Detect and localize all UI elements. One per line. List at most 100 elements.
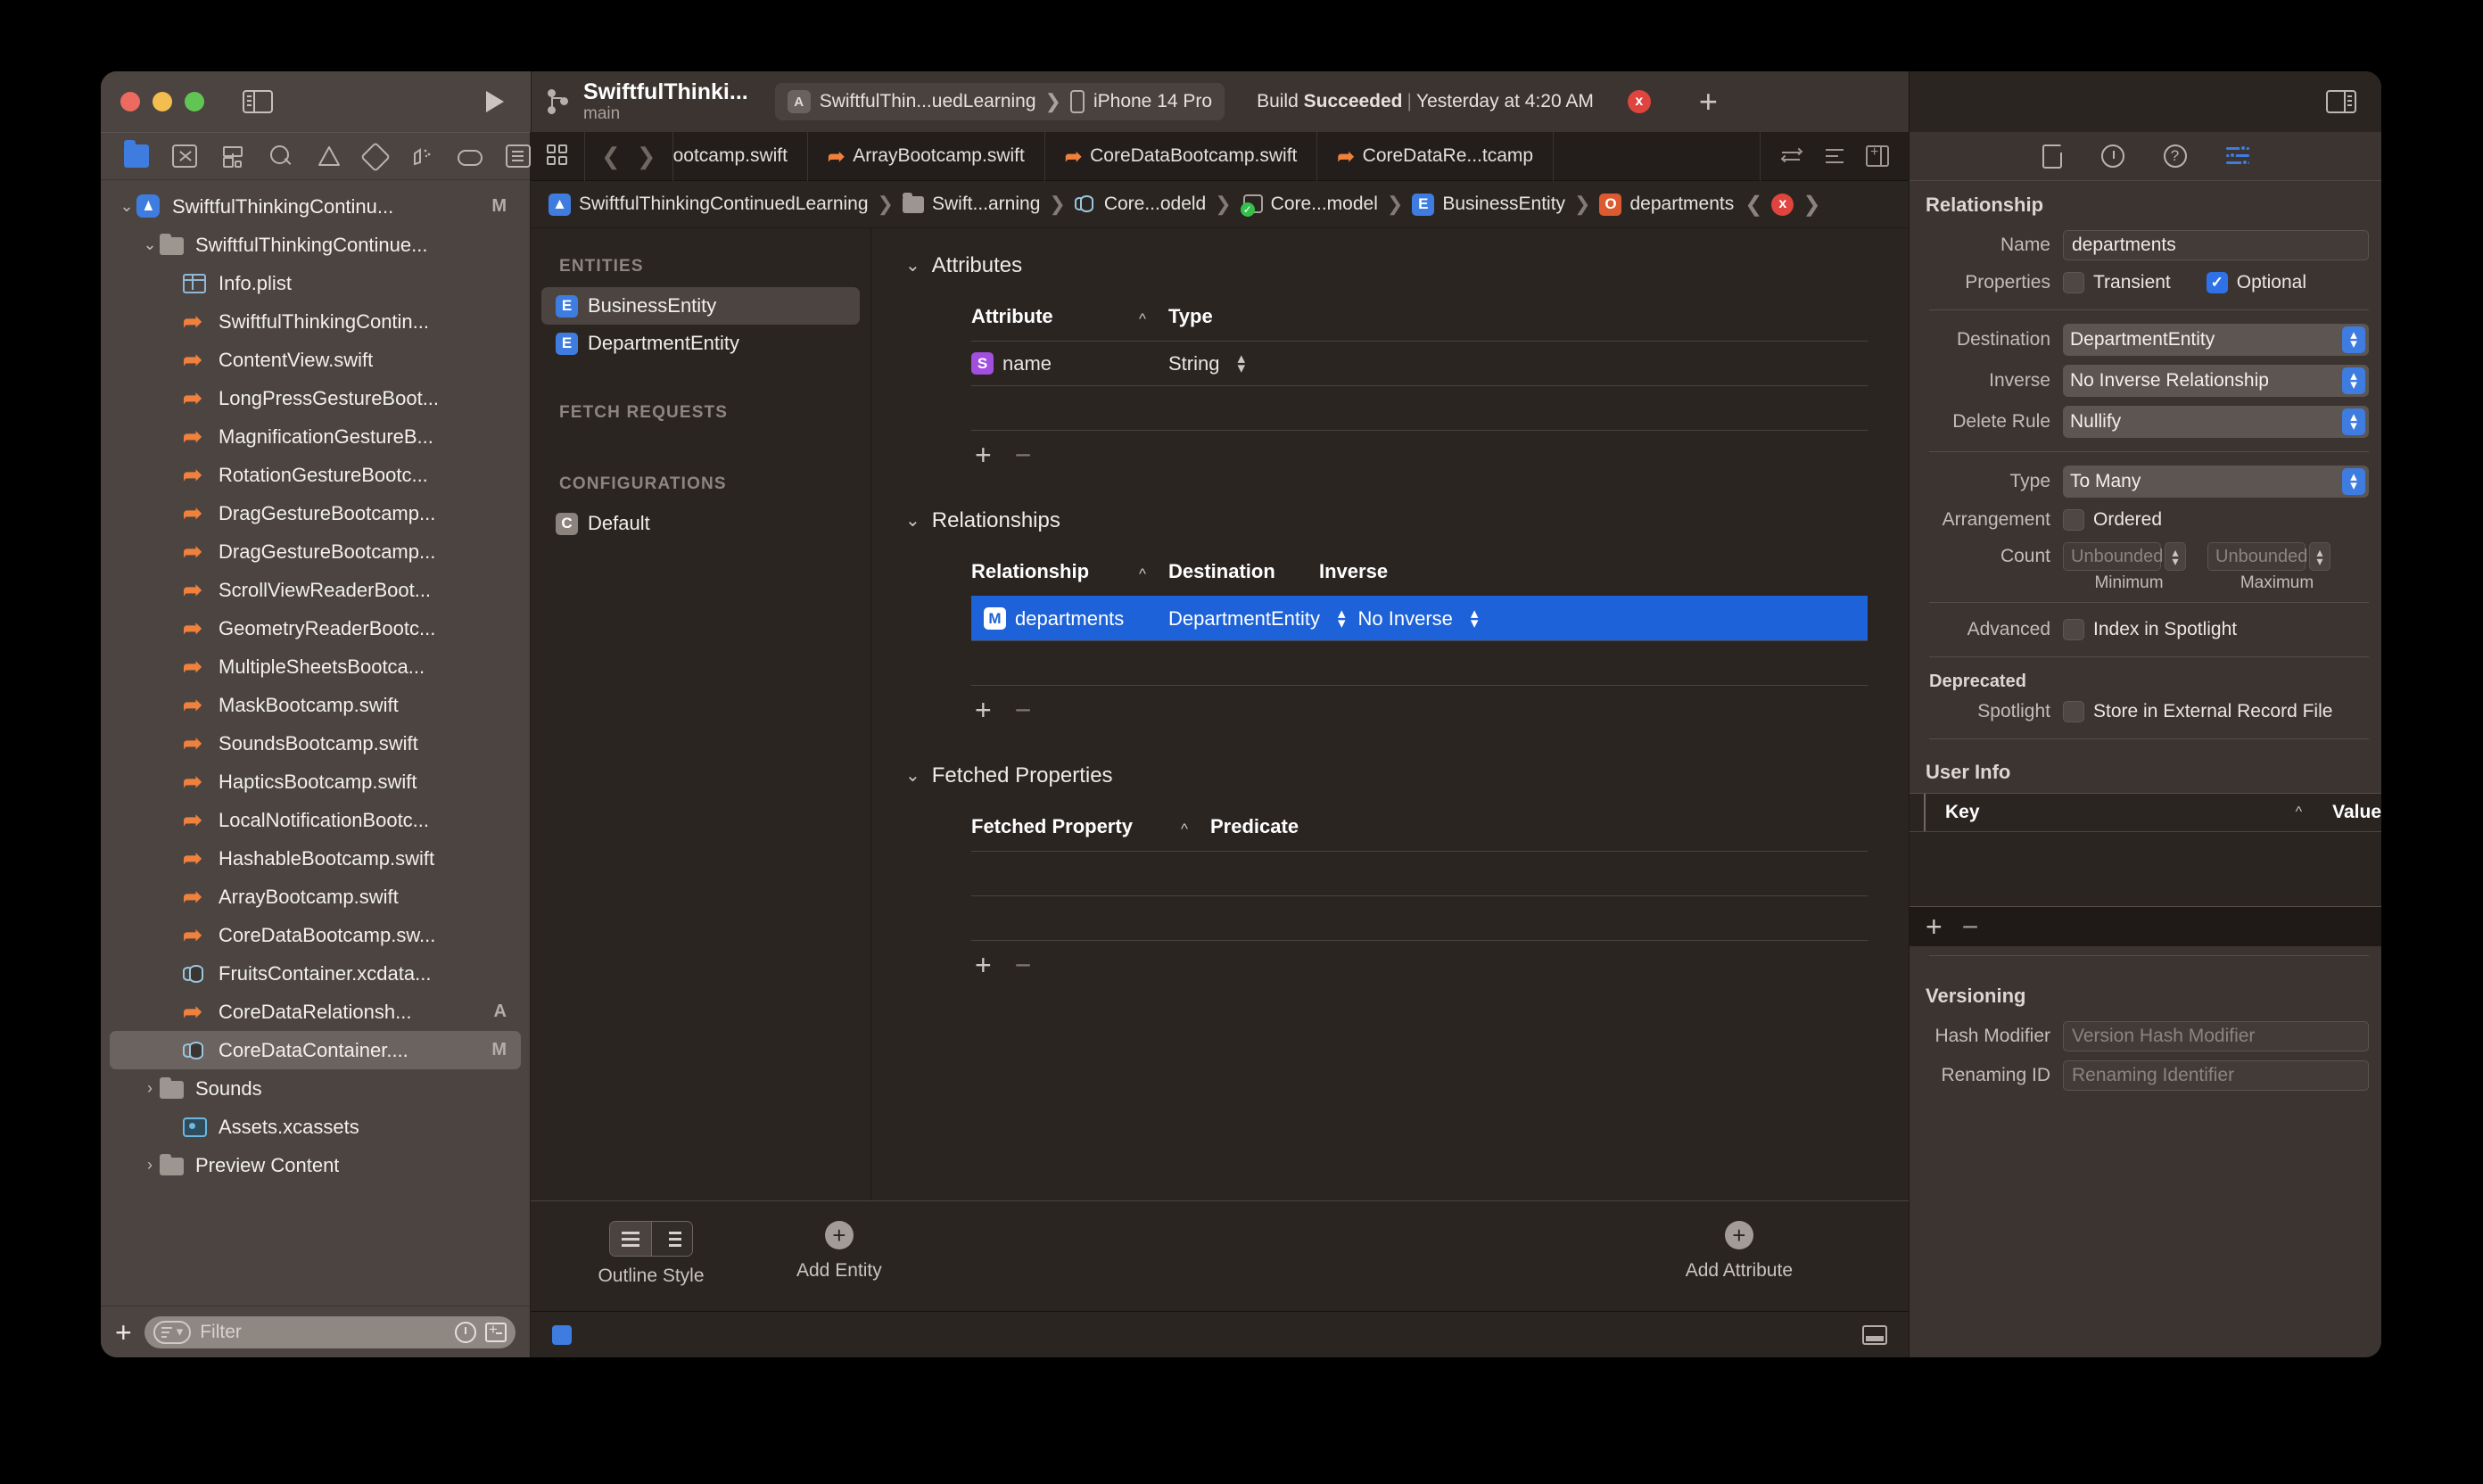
next-issue-icon[interactable]: ❯ <box>1802 192 1820 218</box>
file-tree-item[interactable]: ⌄➦HashableBootcamp.swift <box>110 839 521 878</box>
file-tree-item[interactable]: ⌄➦LocalNotificationBootc... <box>110 801 521 839</box>
relationship-name-cell[interactable]: M departments <box>971 607 1168 631</box>
related-items-icon[interactable] <box>1780 145 1803 167</box>
file-tree-item[interactable]: ⌄ SwiftfulThinkingContinue... <box>110 226 521 264</box>
file-tree-item[interactable]: ⌄➦CoreDataRelationsh...A <box>110 993 521 1031</box>
fetched-properties-section-header[interactable]: ⌄ Fetched Properties <box>905 763 1868 788</box>
error-badge[interactable]: x <box>1771 193 1794 216</box>
recent-files-icon[interactable] <box>455 1321 476 1343</box>
help-inspector-icon[interactable]: ? <box>2163 144 2187 168</box>
editor-tab[interactable]: ootcamp.swift <box>673 131 808 181</box>
breadcrumb-item[interactable]: Swift...arning <box>897 192 1045 215</box>
outline-style-grouped-button[interactable] <box>651 1222 692 1256</box>
scheme-selector[interactable]: A SwiftfulThin...uedLearning ❯ iPhone 14… <box>774 83 1225 120</box>
file-tree-item[interactable]: ⌄➦CoreDataBootcamp.sw... <box>110 916 521 954</box>
ordered-checkbox-group[interactable]: Ordered <box>2063 509 2162 531</box>
count-maximum-field[interactable]: Unbounded <box>2207 542 2307 571</box>
sort-ascending-icon[interactable]: ^ <box>2296 804 2319 820</box>
column-header-inverse[interactable]: Inverse <box>1319 560 1388 583</box>
optional-checkbox[interactable]: ✓ <box>2206 272 2228 293</box>
column-header-fetched-property[interactable]: Fetched Property <box>971 815 1169 838</box>
minimize-window-button[interactable] <box>153 92 172 111</box>
sort-ascending-icon[interactable]: ^ <box>1127 565 1168 583</box>
editor-history-nav[interactable]: ❮ ❯ <box>584 131 673 181</box>
destination-popup-button[interactable]: DepartmentEntity ▴ ▾ <box>2063 324 2369 356</box>
source-control-filter-icon[interactable] <box>485 1321 507 1342</box>
column-header-type[interactable]: Type <box>1168 305 1213 328</box>
file-tree-item[interactable]: ⌄➦ScrollViewReaderBoot... <box>110 571 521 609</box>
add-user-info-button[interactable]: + <box>1926 912 1943 941</box>
chevron-down-icon[interactable]: ⌄ <box>905 767 920 785</box>
file-tree-item[interactable]: ⌄➦LongPressGestureBoot... <box>110 379 521 417</box>
file-tree-item[interactable]: ⌄➦ContentView.swift <box>110 341 521 379</box>
breadcrumb-item[interactable]: Core...odeld <box>1069 194 1211 215</box>
project-info[interactable]: SwiftfulThinki... main <box>583 79 748 123</box>
add-relationship-button[interactable]: + <box>975 696 992 724</box>
column-header-destination[interactable]: Destination <box>1168 560 1319 583</box>
attribute-name-cell[interactable]: S name <box>971 352 1168 375</box>
file-tree-item[interactable]: ⌄FruitsContainer.xcdata... <box>110 954 521 993</box>
count-maximum-stepper[interactable]: ▴ ▾ <box>2309 542 2330 571</box>
relationships-section-header[interactable]: ⌄ Relationships <box>905 508 1868 533</box>
file-tree-item[interactable]: ⌄Assets.xcassets <box>110 1108 521 1146</box>
breadcrumb-item[interactable]: Core...model <box>1235 194 1383 217</box>
chevron-down-icon[interactable]: ⌄ <box>905 512 920 530</box>
editor-tab[interactable]: ➦ CoreDataBootcamp.swift <box>1045 131 1318 181</box>
file-tree-item[interactable]: ⌄➦MaskBootcamp.swift <box>110 686 521 724</box>
count-minimum-group[interactable]: Unbounded ▴ ▾ <box>2063 542 2186 571</box>
sort-ascending-icon[interactable]: ^ <box>1127 310 1168 328</box>
breadcrumb-item[interactable]: E BusinessEntity <box>1406 193 1571 216</box>
warning-icon[interactable] <box>317 144 342 168</box>
file-tree-item[interactable]: › Preview Content <box>110 1146 521 1184</box>
chevron-down-icon[interactable]: ⌄ <box>905 257 920 275</box>
add-fetched-property-button[interactable]: + <box>975 951 992 979</box>
stepper-icon[interactable]: ▴ ▾ <box>1471 606 1479 630</box>
attribute-type-cell[interactable]: String ▴ ▾ <box>1168 350 1245 375</box>
hash-modifier-field[interactable]: Version Hash Modifier <box>2063 1021 2369 1051</box>
optional-checkbox-group[interactable]: ✓ Optional <box>2206 272 2306 293</box>
disclosure-triangle-icon[interactable]: › <box>140 1156 160 1175</box>
store-external-checkbox-group[interactable]: Store in External Record File <box>2063 701 2332 722</box>
column-header-attribute[interactable]: Attribute <box>971 305 1127 328</box>
toggle-debug-area-icon[interactable] <box>1862 1324 1887 1345</box>
entity-list-item-businessentity[interactable]: E BusinessEntity <box>541 287 860 325</box>
add-editor-icon[interactable] <box>1866 144 1889 167</box>
history-inspector-icon[interactable] <box>2100 144 2124 168</box>
editor-tab[interactable]: ➦ ArrayBootcamp.swift <box>808 131 1045 181</box>
ordered-checkbox[interactable] <box>2063 509 2084 531</box>
file-tree-item[interactable]: ⌄➦DragGestureBootcamp... <box>110 532 521 571</box>
disclosure-triangle-icon[interactable]: ⌄ <box>117 197 136 216</box>
count-maximum-group[interactable]: Unbounded ▴ ▾ <box>2207 542 2330 571</box>
renaming-id-field[interactable]: Renaming Identifier <box>2063 1060 2369 1091</box>
file-tree-item[interactable]: ⌄Info.plist <box>110 264 521 302</box>
relationship-inverse-cell[interactable]: No Inverse ▴ ▾ <box>1358 606 1479 631</box>
source-control-icon[interactable] <box>172 144 197 168</box>
add-editor-button[interactable]: + <box>1699 86 1718 118</box>
count-minimum-stepper[interactable]: ▴ ▾ <box>2165 542 2186 571</box>
hierarchy-icon[interactable] <box>220 144 245 168</box>
inspector-toggle-icon[interactable] <box>2326 90 2356 113</box>
stepper-icon[interactable]: ▴ ▾ <box>1237 350 1245 375</box>
tab-overview-icon[interactable] <box>547 144 570 168</box>
file-tree-item[interactable]: ⌄➦MagnificationGestureB... <box>110 417 521 456</box>
breadcrumb-item[interactable]: ▲ SwiftfulThinkingContinuedLearning <box>543 193 874 216</box>
attributes-section-header[interactable]: ⌄ Attributes <box>905 253 1868 278</box>
transient-checkbox[interactable] <box>2063 272 2084 293</box>
add-file-button[interactable]: + <box>115 1318 132 1347</box>
editor-tab[interactable]: ➦ CoreDataRe...tcamp <box>1317 131 1555 181</box>
folder-icon[interactable] <box>124 140 149 168</box>
back-icon[interactable]: ❮ <box>601 143 621 170</box>
sidebar-toggle-icon[interactable] <box>243 90 273 113</box>
type-popup-button[interactable]: To Many ▴ ▾ <box>2063 466 2369 498</box>
transient-checkbox-group[interactable]: Transient <box>2063 272 2171 293</box>
table-row[interactable]: S name String ▴ ▾ <box>971 341 1868 385</box>
file-tree-item[interactable]: ⌄➦DragGestureBootcamp... <box>110 494 521 532</box>
file-tree-item[interactable]: ⌄➦RotationGestureBootc... <box>110 456 521 494</box>
filter-scope-icon[interactable]: ▾ <box>153 1320 192 1344</box>
table-row[interactable]: M departments DepartmentEntity ▴ ▾ No Inv… <box>971 596 1868 640</box>
disclosure-triangle-icon[interactable]: › <box>140 1079 160 1098</box>
remove-fetched-property-button[interactable]: − <box>1015 951 1032 979</box>
previous-issue-icon[interactable]: ❮ <box>1745 192 1762 218</box>
file-tree-item[interactable]: ⌄CoreDataContainer....M <box>110 1031 521 1069</box>
zoom-window-button[interactable] <box>185 92 204 111</box>
